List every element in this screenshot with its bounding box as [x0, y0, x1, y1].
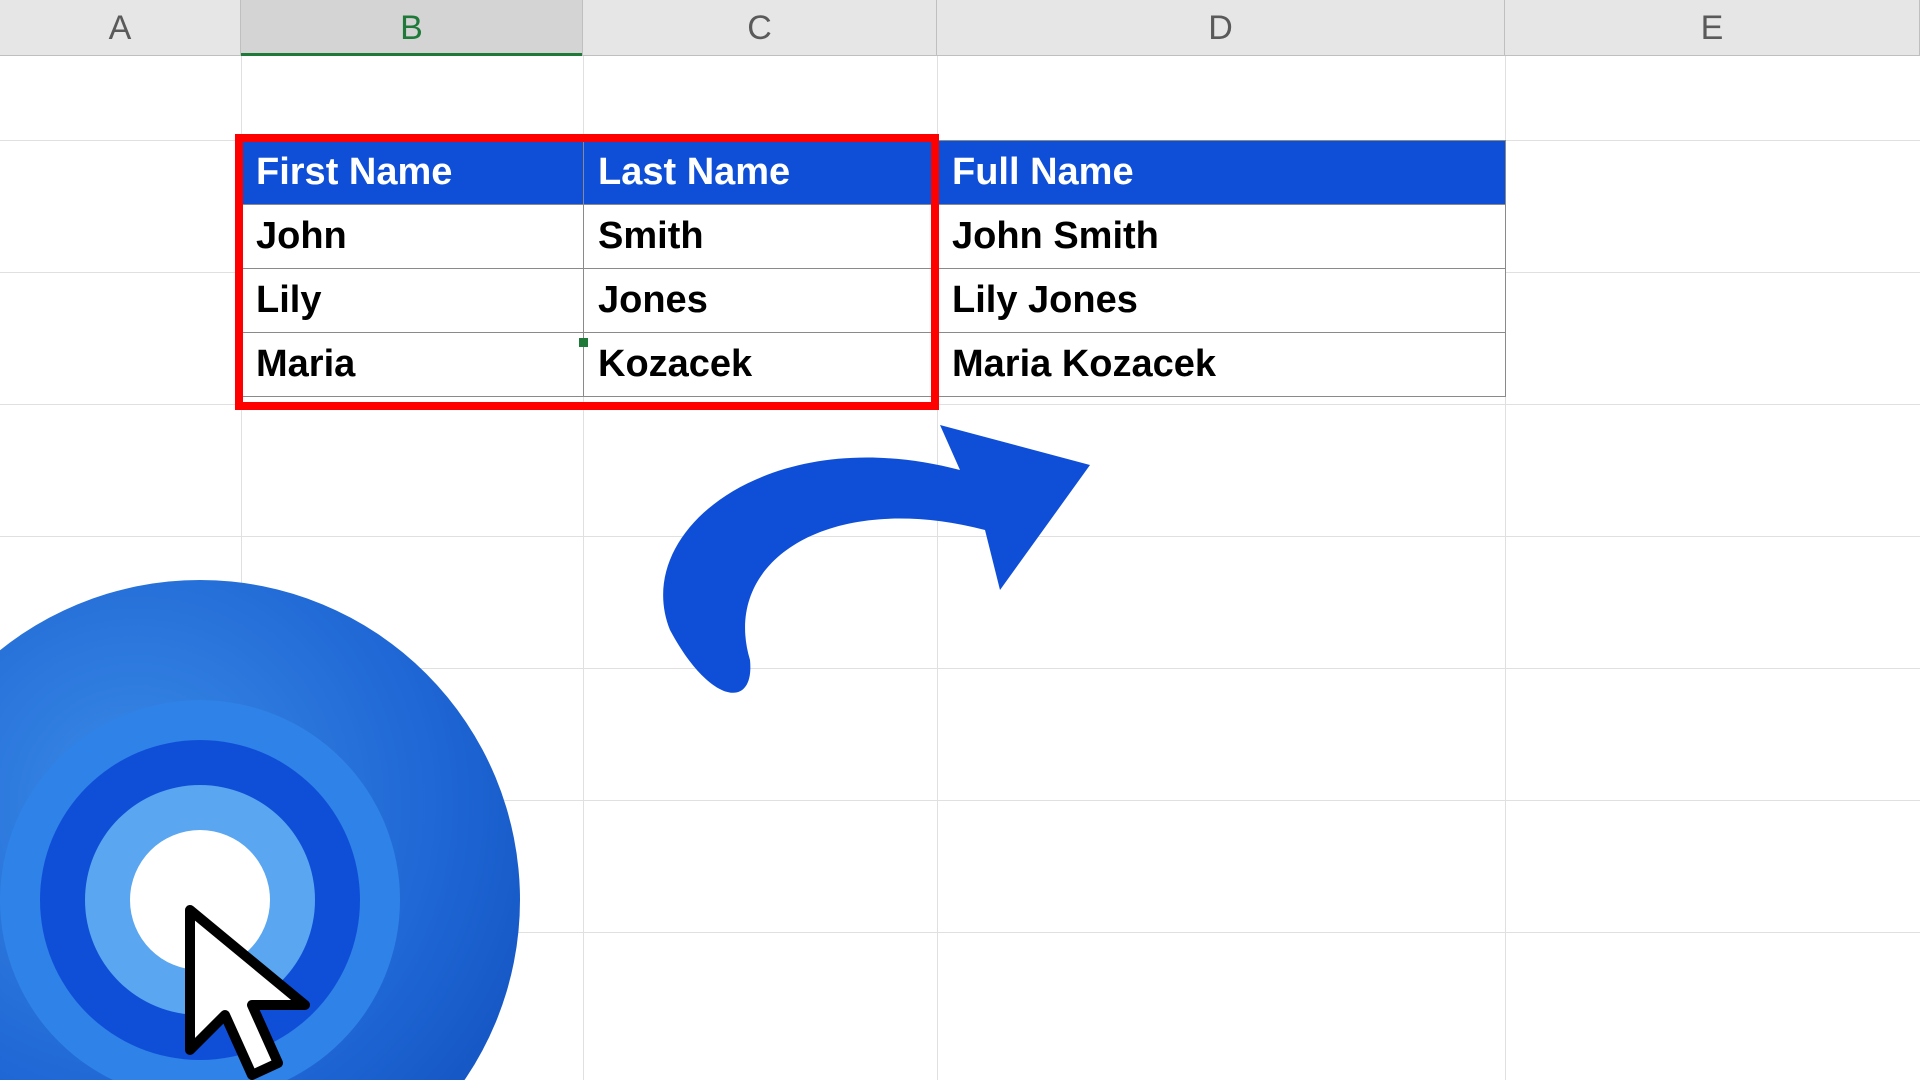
column-header-c[interactable]: C: [583, 0, 937, 56]
cell-full-name[interactable]: Maria Kozacek: [938, 333, 1506, 397]
table-row: Maria Kozacek Maria Kozacek: [242, 333, 1506, 397]
cell-first-name[interactable]: John: [242, 205, 584, 269]
cell-last-name[interactable]: Kozacek: [584, 333, 938, 397]
table-header-row: First Name Last Name Full Name: [242, 141, 1506, 205]
fill-handle[interactable]: [579, 338, 588, 347]
data-table: First Name Last Name Full Name John Smit…: [241, 140, 1506, 397]
cell-last-name[interactable]: Jones: [584, 269, 938, 333]
column-header-d[interactable]: D: [937, 0, 1505, 56]
column-header-e[interactable]: E: [1505, 0, 1920, 56]
header-first-name[interactable]: First Name: [242, 141, 584, 205]
table-row: Lily Jones Lily Jones: [242, 269, 1506, 333]
table-row: John Smith John Smith: [242, 205, 1506, 269]
column-header-b[interactable]: B: [241, 0, 583, 56]
column-header-a[interactable]: A: [0, 0, 241, 56]
column-headers-row: A B C D E: [0, 0, 1920, 56]
cell-first-name[interactable]: Maria: [242, 333, 584, 397]
header-full-name[interactable]: Full Name: [938, 141, 1506, 205]
cell-last-name[interactable]: Smith: [584, 205, 938, 269]
cell-first-name[interactable]: Lily: [242, 269, 584, 333]
header-last-name[interactable]: Last Name: [584, 141, 938, 205]
cell-full-name[interactable]: Lily Jones: [938, 269, 1506, 333]
cell-full-name[interactable]: John Smith: [938, 205, 1506, 269]
